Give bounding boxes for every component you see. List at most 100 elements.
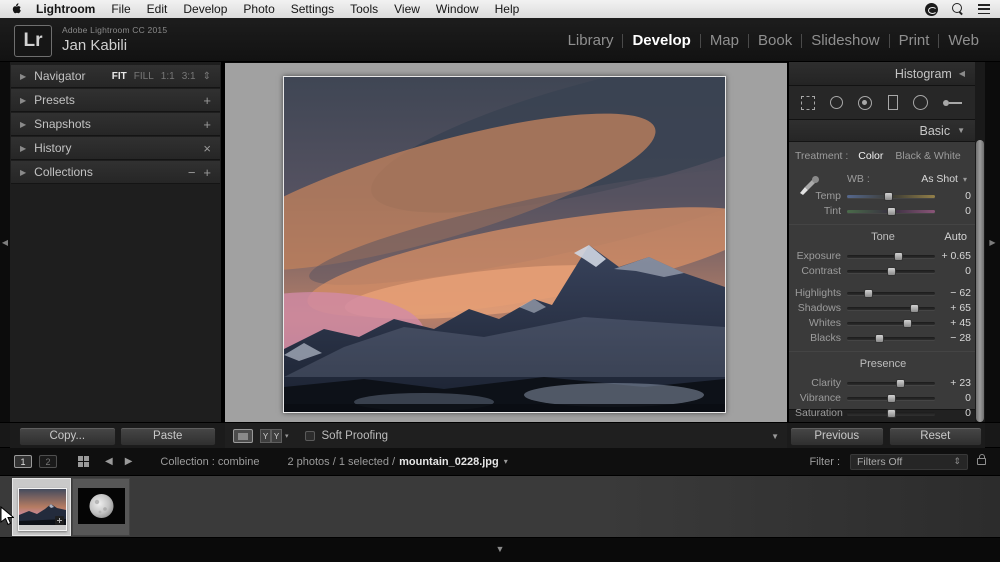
zoom-3-1-button[interactable]: 3:1 (182, 71, 196, 82)
menu-settings[interactable]: Settings (291, 2, 334, 16)
wb-value-dropdown[interactable]: As Shot (921, 173, 958, 185)
develop-adjustments-badge-icon[interactable] (55, 516, 64, 525)
menu-view[interactable]: View (394, 2, 420, 16)
menu-file[interactable]: File (111, 2, 130, 16)
create-preset-button[interactable]: + (203, 93, 211, 108)
auto-tone-button[interactable]: Auto (944, 231, 967, 243)
before-after-right-icon[interactable]: Y (271, 429, 282, 443)
zoom-fit-button[interactable]: FIT (112, 71, 127, 82)
zoom-1-1-button[interactable]: 1:1 (161, 71, 175, 82)
highlights-slider[interactable] (847, 292, 935, 295)
module-print[interactable]: Print (890, 32, 939, 49)
spotlight-search-icon[interactable] (952, 3, 964, 15)
collection-source-label[interactable]: Collection : combine (160, 456, 259, 468)
histogram-collapse-icon[interactable]: ◀ (959, 69, 965, 78)
treatment-color-button[interactable]: Color (858, 150, 883, 162)
thumbnail-mountain-selected[interactable] (12, 478, 71, 536)
module-map[interactable]: Map (701, 32, 748, 49)
source-dropdown-icon[interactable]: ▾ (504, 457, 508, 466)
right-panel-scrollbar[interactable] (975, 62, 985, 422)
soft-proofing-label[interactable]: Soft Proofing (322, 430, 388, 442)
module-develop[interactable]: Develop (623, 32, 699, 49)
clear-history-button[interactable]: × (203, 141, 211, 156)
zoom-fill-button[interactable]: FILL (134, 71, 154, 82)
remove-collection-button[interactable]: − (188, 165, 196, 180)
contrast-slider[interactable] (847, 270, 935, 273)
module-library[interactable]: Library (559, 32, 623, 49)
slider-thumb[interactable] (875, 334, 884, 343)
before-after-left-icon[interactable]: Y (260, 429, 271, 443)
basic-panel-header[interactable]: Basic ▼ (789, 120, 975, 142)
white-balance-eyedropper-icon[interactable] (797, 168, 821, 201)
view-mode-dropdown-icon[interactable]: ▾ (285, 432, 289, 440)
shadows-slider[interactable] (847, 307, 935, 310)
soft-proofing-checkbox[interactable] (305, 431, 315, 441)
menu-photo[interactable]: Photo (243, 2, 274, 16)
paste-button[interactable]: Paste (120, 427, 217, 446)
slider-thumb[interactable] (896, 379, 905, 388)
vibrance-slider[interactable] (847, 397, 935, 400)
disclosure-triangle-icon[interactable]: ▶ (20, 120, 26, 129)
clarity-slider[interactable] (847, 382, 935, 385)
before-after-view-icon[interactable]: Y Y (260, 429, 282, 443)
zoom-level-updown-icon[interactable]: ⇕ (203, 71, 211, 82)
menu-develop[interactable]: Develop (183, 2, 227, 16)
toolbar-content-dropdown-icon[interactable]: ▼ (771, 432, 779, 441)
menu-edit[interactable]: Edit (147, 2, 168, 16)
menu-window[interactable]: Window (436, 2, 479, 16)
slider-thumb[interactable] (903, 319, 912, 328)
treatment-bw-button[interactable]: Black & White (895, 150, 960, 162)
reset-button[interactable]: Reset (889, 427, 983, 446)
exposure-slider[interactable] (847, 255, 935, 258)
grid-view-icon[interactable] (78, 456, 89, 467)
basic-disclosure-icon[interactable]: ▼ (957, 126, 965, 135)
disclosure-triangle-icon[interactable]: ▶ (20, 96, 26, 105)
slider-thumb[interactable] (884, 192, 893, 201)
scrollbar-thumb[interactable] (976, 140, 984, 422)
loupe-view-icon[interactable] (233, 429, 253, 443)
tint-slider[interactable] (847, 210, 935, 213)
left-panel-collapse-strip[interactable]: ◀ (0, 62, 10, 422)
menu-help[interactable]: Help (495, 2, 520, 16)
creative-cloud-icon[interactable] (925, 3, 938, 16)
history-panel-header[interactable]: ▶ History × (11, 137, 220, 160)
red-eye-correction-icon[interactable] (858, 96, 872, 110)
radial-filter-icon[interactable] (913, 95, 928, 110)
spot-removal-icon[interactable] (830, 96, 843, 109)
temp-slider[interactable] (847, 195, 935, 198)
copy-button[interactable]: Copy... (19, 427, 116, 446)
slider-thumb[interactable] (887, 207, 896, 216)
slider-thumb[interactable] (894, 252, 903, 261)
module-slideshow[interactable]: Slideshow (802, 32, 888, 49)
presets-panel-header[interactable]: ▶ Presets + (11, 89, 220, 112)
collapse-down-arrow-icon[interactable]: ▼ (496, 544, 505, 554)
disclosure-triangle-icon[interactable]: ▶ (20, 72, 26, 81)
next-photo-icon[interactable]: ▶ (125, 456, 133, 467)
previous-button[interactable]: Previous (790, 427, 884, 446)
create-snapshot-button[interactable]: + (203, 117, 211, 132)
disclosure-triangle-icon[interactable]: ▶ (20, 168, 26, 177)
main-window-button[interactable]: 1 (14, 455, 32, 468)
thumbnail-moon[interactable] (72, 478, 130, 536)
create-collection-button[interactable]: + (203, 165, 211, 180)
collections-panel-header[interactable]: ▶ Collections − + (11, 161, 220, 184)
navigator-panel-header[interactable]: ▶ Navigator FIT FILL 1:1 3:1 ⇕ (11, 65, 220, 88)
notification-center-icon[interactable] (978, 4, 990, 14)
filter-lock-icon[interactable] (977, 458, 986, 465)
second-window-button[interactable]: 2 (39, 455, 57, 468)
collapse-left-arrow-icon[interactable]: ◀ (2, 238, 8, 247)
slider-thumb[interactable] (864, 289, 873, 298)
saturation-slider[interactable] (847, 412, 935, 415)
module-book[interactable]: Book (749, 32, 801, 49)
apple-menu-icon[interactable] (10, 2, 22, 16)
menu-app-name[interactable]: Lightroom (36, 2, 95, 16)
whites-slider[interactable] (847, 322, 935, 325)
filter-updown-icon[interactable]: ⇕ (953, 456, 961, 467)
right-panel-collapse-strip[interactable]: ▶ (985, 62, 1000, 422)
thumbnail-image[interactable] (78, 488, 125, 529)
selected-filename[interactable]: mountain_0228.jpg (399, 456, 499, 468)
slider-thumb[interactable] (887, 409, 896, 418)
filter-dropdown[interactable]: Filters Off ⇕ (850, 454, 968, 470)
slider-thumb[interactable] (910, 304, 919, 313)
filmstrip-collapse-strip[interactable]: ▼ (0, 538, 1000, 562)
